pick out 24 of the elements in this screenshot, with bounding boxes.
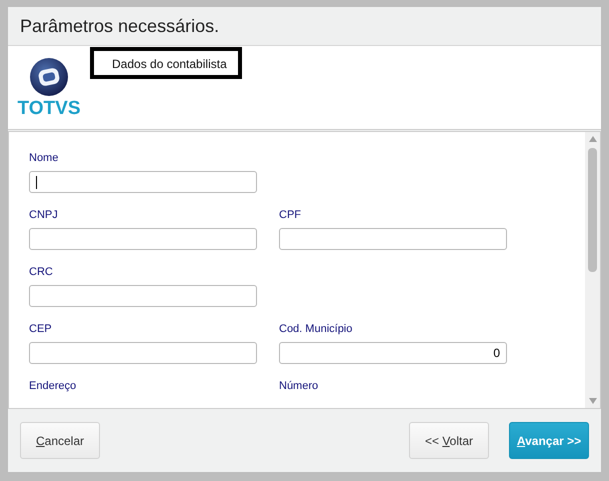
scroll-down-icon[interactable] xyxy=(588,398,596,404)
scrollbar[interactable] xyxy=(585,132,600,408)
window-title: Parâmetros necessários. xyxy=(20,16,220,36)
field-label: CEP xyxy=(29,323,53,335)
back-button[interactable]: << Voltar xyxy=(409,422,489,459)
input-field[interactable] xyxy=(29,171,257,193)
field-label: Nome xyxy=(29,152,60,164)
field-label: Endereço xyxy=(29,380,78,392)
field-label: CPF xyxy=(279,209,302,221)
text-cursor xyxy=(36,176,37,188)
input-field[interactable] xyxy=(29,228,257,250)
field-label: Número xyxy=(279,380,320,392)
logo-text: TOTVS xyxy=(18,98,80,120)
input-field[interactable] xyxy=(279,228,507,250)
section-title: Dados do contabilista xyxy=(90,47,242,79)
input-field[interactable] xyxy=(29,342,257,364)
cancel-button[interactable]: Cancelar xyxy=(20,422,100,459)
field-label: CRC xyxy=(29,266,54,278)
input-field[interactable] xyxy=(29,285,257,307)
field-label: Cod. Município xyxy=(279,323,354,335)
logo-icon xyxy=(29,57,69,97)
field-label: CNPJ xyxy=(29,209,59,221)
input-field[interactable]: 0 xyxy=(279,342,507,364)
scroll-up-icon[interactable] xyxy=(588,136,596,142)
